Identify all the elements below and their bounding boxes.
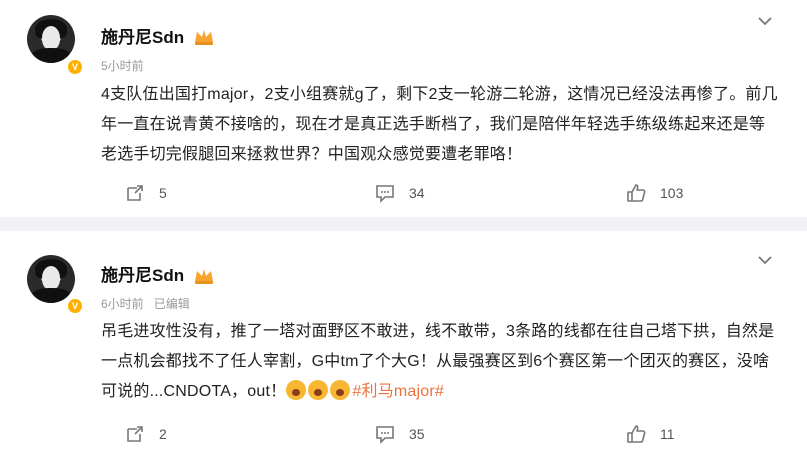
avatar-face	[42, 26, 60, 50]
like-icon	[627, 184, 646, 202]
verified-badge-icon: V	[66, 58, 84, 76]
comment-button[interactable]: 35	[375, 424, 445, 444]
post-time[interactable]: 6小时前	[101, 297, 144, 311]
avatar-shirt	[31, 48, 71, 63]
comment-count: 34	[409, 185, 425, 201]
avatar[interactable]	[27, 15, 75, 63]
vip-crown-icon	[195, 30, 213, 45]
chevron-down-icon[interactable]	[756, 251, 774, 269]
repost-button[interactable]: 2	[125, 424, 195, 444]
repost-count: 2	[159, 426, 167, 442]
post-time[interactable]: 5小时前	[101, 59, 144, 73]
edited-label[interactable]: 已编辑	[154, 297, 190, 311]
verified-badge-icon: V	[66, 297, 84, 315]
chevron-down-icon[interactable]	[756, 12, 774, 30]
hashtag-link[interactable]: #利马major#	[352, 383, 444, 400]
post-meta: 6小时前 已编辑	[101, 297, 190, 311]
like-button[interactable]: 103	[626, 183, 706, 203]
repost-count: 5	[159, 185, 167, 201]
crying-emoji-icon	[286, 380, 307, 400]
avatar-face	[42, 266, 60, 290]
repost-icon	[127, 185, 143, 201]
post-card-2: V 施丹尼Sdn 6小时前 已编辑 吊毛进攻性没有，推了一塔对面野区不敢进，线不敢…	[0, 231, 807, 459]
comment-count: 35	[409, 426, 425, 442]
repost-button[interactable]: 5	[125, 183, 195, 203]
repost-icon	[127, 426, 143, 442]
post-text: 吊毛进攻性没有，推了一塔对面野区不敢进，线不敢带，3条路的线都在往自己塔下拱，自…	[101, 317, 781, 409]
comment-icon	[376, 185, 394, 203]
crying-emoji-icon	[308, 380, 329, 400]
like-count: 103	[660, 185, 684, 201]
comment-icon	[376, 426, 394, 444]
post-meta: 5小时前	[101, 59, 144, 73]
like-count: 11	[660, 426, 675, 442]
post-body: 4支队伍出国打major，2支小组赛就g了，剩下2支一轮游二轮游，这情况已经没法…	[101, 86, 778, 163]
avatar[interactable]	[27, 255, 75, 303]
comment-button[interactable]: 34	[375, 183, 445, 203]
avatar-shirt	[31, 288, 71, 303]
author-name[interactable]: 施丹尼Sdn	[101, 266, 184, 286]
like-icon	[627, 425, 646, 443]
crying-emoji-icon	[330, 380, 351, 400]
post-text: 4支队伍出国打major，2支小组赛就g了，剩下2支一轮游二轮游，这情况已经没法…	[101, 80, 781, 170]
post-card-1: V 施丹尼Sdn 5小时前 4支队伍出国打major，2支小组赛就g了，剩下2支…	[0, 0, 807, 217]
like-button[interactable]: 11	[626, 424, 706, 444]
author-name[interactable]: 施丹尼Sdn	[101, 28, 184, 48]
vip-crown-icon	[195, 269, 213, 284]
